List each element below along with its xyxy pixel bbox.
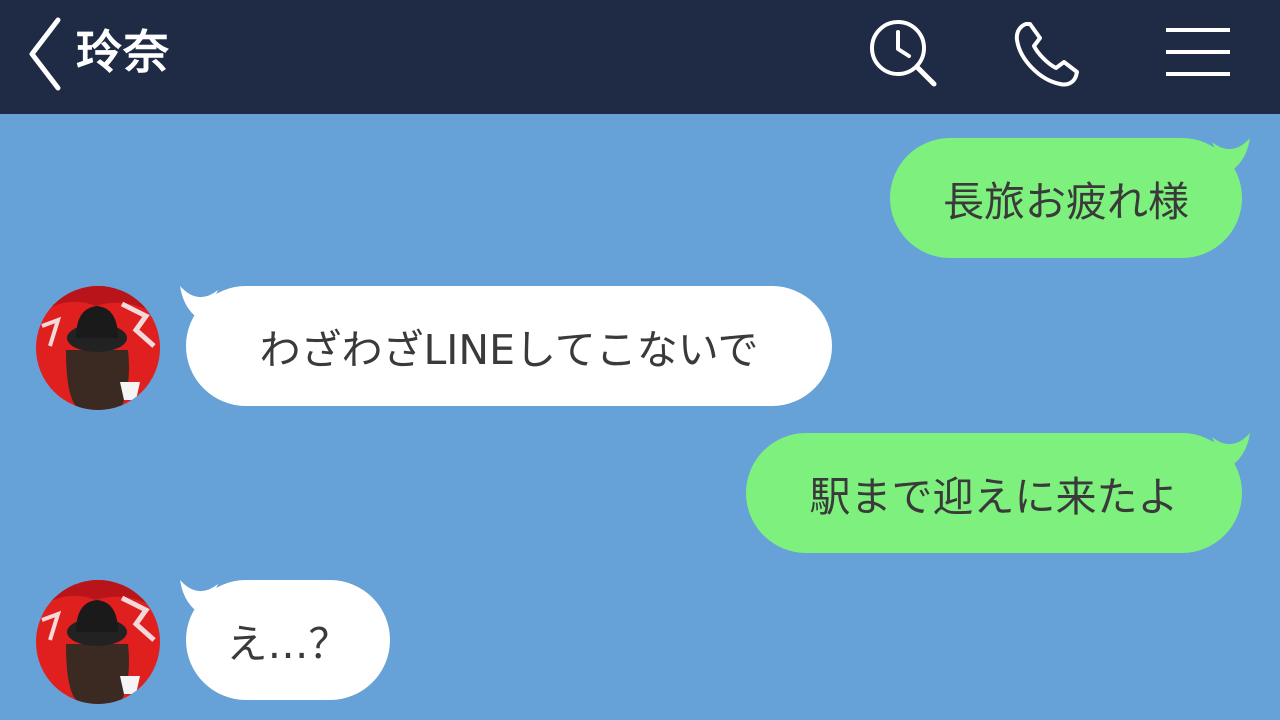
message-bubble-received[interactable]: わざわざLINEしてこないで — [186, 286, 832, 406]
call-button[interactable] — [1006, 16, 1086, 96]
phone-icon — [1014, 22, 1079, 87]
contact-avatar-image — [36, 286, 160, 410]
chat-screen: 玲奈 長旅お疲れ様 わざわざLINEしてこないで 駅まで迎えに来たよ え…？ — [0, 0, 1280, 720]
message-text: え…？ — [226, 620, 350, 668]
message-bubble-sent[interactable]: 駅まで迎えに来たよ — [746, 433, 1242, 553]
chat-title: 玲奈 — [76, 25, 170, 79]
contact-avatar-image — [36, 580, 160, 704]
avatar[interactable] — [36, 580, 160, 704]
avatar[interactable] — [36, 286, 160, 410]
search-history-icon — [870, 20, 937, 87]
bubble-tail — [180, 580, 218, 616]
back-button[interactable] — [20, 14, 70, 94]
chevron-left-icon — [29, 17, 61, 91]
search-button[interactable] — [862, 16, 942, 96]
menu-button[interactable] — [1158, 16, 1238, 96]
message-text: わざわざLINEしてこないで — [259, 326, 759, 374]
chat-header: 玲奈 — [0, 0, 1280, 114]
message-text: 長旅お疲れ様 — [943, 178, 1189, 226]
bubble-tail — [1212, 138, 1250, 174]
message-text: 駅まで迎えに来たよ — [809, 473, 1179, 521]
bubble-tail — [1212, 433, 1250, 469]
hamburger-menu-icon — [1166, 28, 1230, 76]
bubble-tail — [180, 286, 218, 322]
message-bubble-sent[interactable]: 長旅お疲れ様 — [890, 138, 1242, 258]
